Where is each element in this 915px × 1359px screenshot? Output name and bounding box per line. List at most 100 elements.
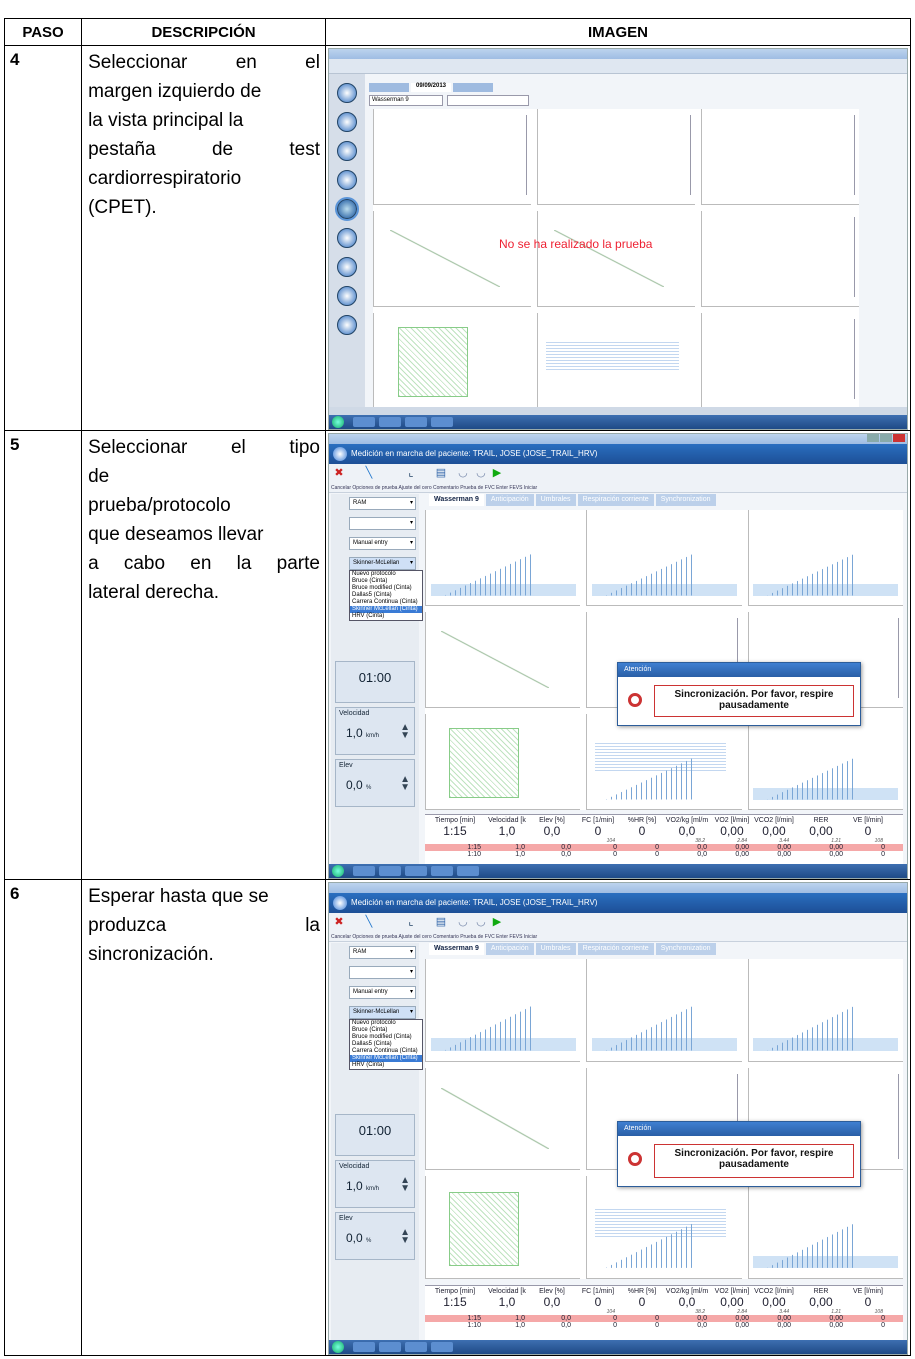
toolbar: ✖ ╲ ⌞ ▤ ◡ ◡ ▶ Cancelar Opciones de prueb… <box>328 913 907 942</box>
dropdown-option[interactable]: Bruce (Cinta) <box>350 578 422 585</box>
taskbar-item[interactable] <box>404 1342 427 1352</box>
start-button-icon[interactable] <box>331 865 344 877</box>
taskbar <box>328 415 907 429</box>
tab-anticipacion[interactable]: Anticipación <box>485 494 534 506</box>
zero-adjust-icon[interactable]: ⌞ <box>405 916 417 928</box>
manual-entry-select[interactable]: Manual entry <box>348 986 416 999</box>
device-select[interactable] <box>348 517 416 530</box>
fvc-icon[interactable]: ◡ <box>457 467 469 479</box>
taskbar-item[interactable] <box>378 417 401 427</box>
date-tabs: 09/09/2013 <box>368 83 494 92</box>
taskbar-item[interactable] <box>404 417 427 427</box>
taskbar-item[interactable] <box>378 1342 401 1352</box>
start-button-icon[interactable] <box>331 416 344 428</box>
dropdown-option[interactable]: Bruce modified (Cinta) <box>350 1034 422 1041</box>
fevs-icon[interactable]: ◡ <box>475 467 487 479</box>
data-table-header: Tiempo [min] Velocidad [k Elev [%] FC [1/mi… <box>434 817 883 824</box>
dropdown-option[interactable]: Nuevo protocolo <box>350 1020 422 1027</box>
chart-panel <box>424 612 581 708</box>
start-button-icon[interactable] <box>331 1341 344 1353</box>
taskbar-item[interactable] <box>430 1342 453 1352</box>
desc-line: lateral derecha. <box>88 582 220 603</box>
test-tab-icon[interactable] <box>336 257 357 277</box>
test-tab-icon[interactable] <box>336 112 357 132</box>
taskbar-item[interactable] <box>430 866 453 876</box>
options-icon[interactable]: ╲ <box>363 467 375 479</box>
fevs-icon[interactable]: ◡ <box>475 916 487 928</box>
taskbar-item[interactable] <box>430 417 453 427</box>
chart-panel <box>372 313 531 409</box>
secondary-combo[interactable] <box>446 95 529 106</box>
speed-stepper-icon[interactable]: ▲ ▼ <box>400 723 410 741</box>
dropdown-option[interactable]: Carrera Continua (Cinta) <box>350 1048 422 1055</box>
speed-stepper-icon[interactable]: ▲ ▼ <box>400 1176 410 1194</box>
taskbar-item[interactable] <box>404 866 427 876</box>
dropdown-option[interactable]: HRV (Cinta) <box>350 1062 422 1069</box>
dropdown-option[interactable]: Dallas5 (Cinta) <box>350 592 422 599</box>
tab-synchronization[interactable]: Synchronization <box>655 943 716 955</box>
taskbar-item[interactable] <box>378 866 401 876</box>
protocol-select[interactable]: Skinner-McLellan <box>348 557 416 570</box>
ram-select[interactable]: RAM <box>348 946 416 959</box>
cpet-tab-icon[interactable] <box>334 197 359 221</box>
test-tab-icon[interactable] <box>336 228 357 248</box>
protocol-select[interactable]: Skinner-McLellan <box>348 1006 416 1019</box>
date-tab-active[interactable]: 09/09/2013 <box>410 83 452 92</box>
test-tab-icon[interactable] <box>336 286 357 306</box>
tab-respiracion[interactable]: Respiración corriente <box>577 494 654 506</box>
header-row: PASO DESCRIPCIÓN IMAGEN <box>3 18 912 46</box>
taskbar-item[interactable] <box>456 866 479 876</box>
elevation-label: Elev <box>338 762 353 769</box>
test-tab-icon[interactable] <box>336 170 357 190</box>
start-icon[interactable]: ▶ <box>491 916 503 928</box>
test-tab-icon[interactable] <box>336 141 357 161</box>
tab-anticipacion[interactable]: Anticipación <box>485 943 534 955</box>
desc-line: sincronización. <box>88 944 214 965</box>
ram-select[interactable]: RAM <box>348 497 416 510</box>
dropdown-option-selected[interactable]: Skinner McLellan (Cinta) <box>349 606 422 613</box>
test-tab-icon[interactable] <box>336 83 357 103</box>
elevation-box: Elev 0,0 % ▲ ▼ <box>334 759 415 807</box>
dropdown-option[interactable]: Dallas5 (Cinta) <box>350 1041 422 1048</box>
manual-entry-select[interactable]: Manual entry <box>348 537 416 550</box>
dropdown-option[interactable]: Nuevo protocolo <box>350 571 422 578</box>
protocol-dropdown[interactable]: Nuevo protocolo Bruce (Cinta) Bruce modi… <box>348 1019 423 1070</box>
app-header: Medición en marcha del paciente: TRAIL, … <box>328 444 907 464</box>
date-tab[interactable] <box>453 83 494 92</box>
procedure-table: PASO DESCRIPCIÓN IMAGEN 4 Seleccionar en… <box>3 18 912 1356</box>
data-table-row: 1:10 1,0 0,0 0 0 0,0 0,00 0,00 0,00 0 <box>467 851 885 858</box>
taskbar-item[interactable] <box>352 1342 375 1352</box>
taskbar-item[interactable] <box>352 866 375 876</box>
cancel-icon[interactable]: ✖ <box>333 467 345 479</box>
tab-wasserman[interactable]: Wasserman 9 <box>428 943 484 955</box>
dropdown-option[interactable]: HRV (Cinta) <box>350 613 422 620</box>
start-icon[interactable]: ▶ <box>491 467 503 479</box>
zero-adjust-icon[interactable]: ⌞ <box>405 467 417 479</box>
test-tab-icon[interactable] <box>336 315 357 335</box>
protocol-dropdown[interactable]: Nuevo protocolo Bruce (Cinta) Bruce modi… <box>348 570 423 621</box>
comment-icon[interactable]: ▤ <box>435 916 447 928</box>
cancel-icon[interactable]: ✖ <box>333 916 345 928</box>
chart-panel <box>747 510 903 606</box>
date-tab[interactable] <box>368 83 409 92</box>
tab-umbrales[interactable]: Umbrales <box>535 943 576 955</box>
elevation-stepper-icon[interactable]: ▲ ▼ <box>400 1228 410 1246</box>
device-select[interactable] <box>348 966 416 979</box>
dropdown-option[interactable]: Bruce (Cinta) <box>350 1027 422 1034</box>
tab-wasserman[interactable]: Wasserman 9 <box>428 494 484 506</box>
taskbar-item[interactable] <box>352 417 375 427</box>
toolbar-labels: Cancelar Opciones de prueba Ajuste del c… <box>330 934 538 940</box>
dropdown-option-selected[interactable]: Skinner McLellan (Cinta) <box>349 1055 422 1062</box>
tab-umbrales[interactable]: Umbrales <box>535 494 576 506</box>
window-titlebar <box>328 434 907 444</box>
elevation-stepper-icon[interactable]: ▲ ▼ <box>400 775 410 793</box>
comment-icon[interactable]: ▤ <box>435 467 447 479</box>
tab-respiracion[interactable]: Respiración corriente <box>577 943 654 955</box>
protocol-combo[interactable]: Wasserman 9 <box>368 95 443 106</box>
fvc-icon[interactable]: ◡ <box>457 916 469 928</box>
dropdown-option[interactable]: Bruce modified (Cinta) <box>350 585 422 592</box>
dropdown-option[interactable]: Carrera Continua (Cinta) <box>350 599 422 606</box>
speed-label: Velocidad <box>338 710 370 717</box>
tab-synchronization[interactable]: Synchronization <box>655 494 716 506</box>
options-icon[interactable]: ╲ <box>363 916 375 928</box>
